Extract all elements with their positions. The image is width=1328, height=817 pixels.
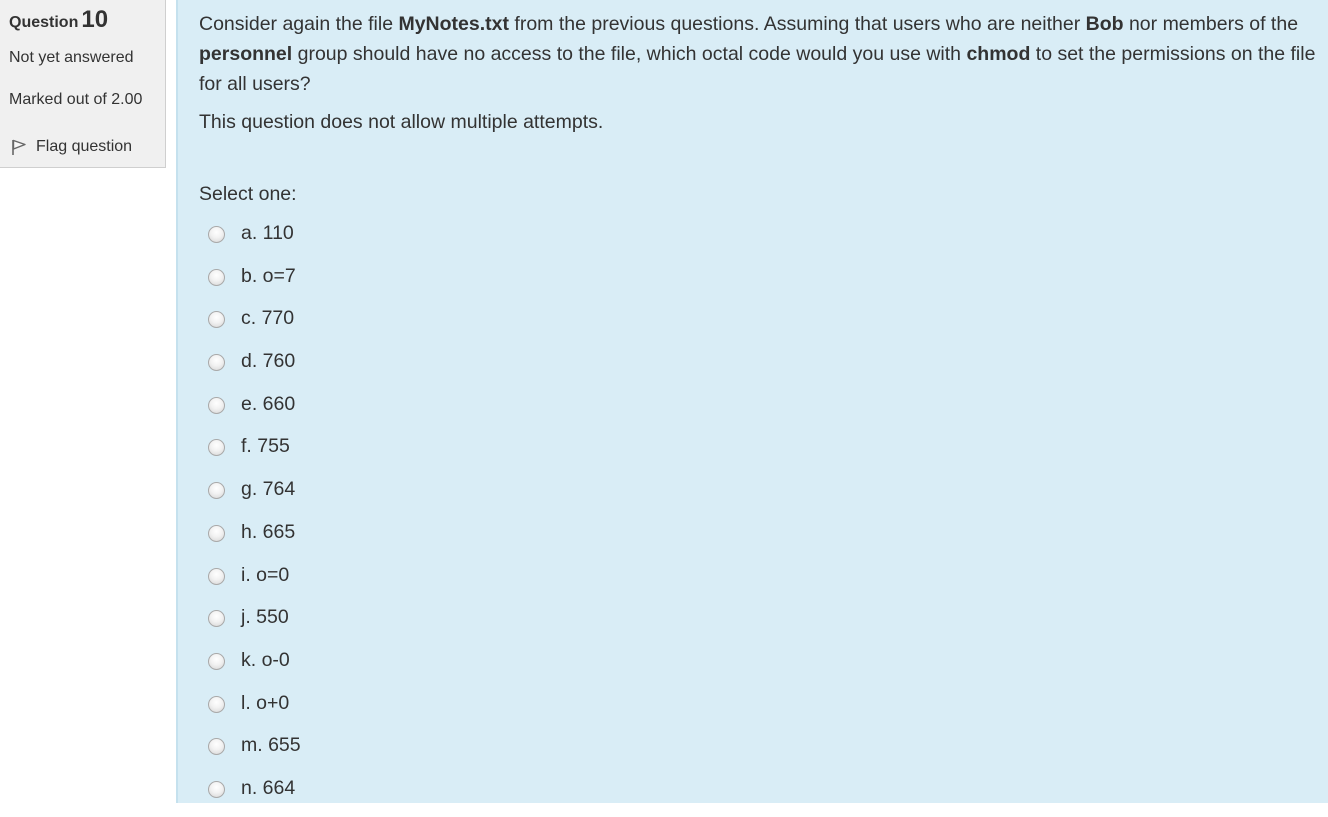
question-text-command: chmod	[966, 43, 1031, 65]
question-content: Consider again the file MyNotes.txt from…	[176, 0, 1328, 803]
radio-button[interactable]	[208, 311, 225, 329]
answer-label: f. 755	[241, 435, 290, 458]
question-state: Not yet answered	[9, 49, 134, 66]
radio-button[interactable]	[208, 652, 225, 670]
attempts-note: This question does not allow multiple at…	[199, 111, 604, 133]
question-text-user: Bob	[1085, 13, 1124, 35]
radio-button[interactable]	[208, 695, 225, 713]
radio-button[interactable]	[208, 780, 225, 798]
answer-option-m[interactable]: m. 655	[208, 731, 301, 774]
flag-question-label: Flag question	[36, 138, 133, 155]
radio-button[interactable]	[208, 354, 225, 372]
question-grade: Marked out of 2.00	[9, 91, 143, 108]
question-info-panel: Question 10 Not yet answered Marked out o…	[0, 0, 166, 168]
answer-label: k. o-0	[241, 648, 290, 671]
answer-label: d. 760	[241, 350, 296, 373]
flag-icon	[10, 133, 36, 161]
question-number: Question 10	[9, 6, 108, 34]
flag-question-button[interactable]: Flag question	[10, 133, 132, 161]
answer-label: a. 110	[241, 222, 294, 244]
answer-option-d[interactable]: d. 760	[208, 347, 301, 390]
answer-option-i[interactable]: i. o=0	[208, 561, 301, 604]
answer-option-f[interactable]: f. 755	[208, 432, 301, 475]
answer-option-j[interactable]: j. 550	[208, 603, 301, 646]
answer-list: a. 110 b. o=7 c. 770 d. 760 e. 660 f. 75…	[208, 219, 301, 817]
radio-button[interactable]	[208, 738, 225, 756]
answer-option-g[interactable]: g. 764	[208, 475, 301, 518]
question-number-value: 10	[81, 6, 109, 33]
answer-label: j. 550	[241, 606, 289, 629]
answer-option-l[interactable]: l. o+0	[208, 689, 301, 732]
radio-button[interactable]	[208, 439, 225, 457]
answer-label: m. 655	[241, 734, 301, 757]
select-one-prompt: Select one:	[199, 183, 297, 205]
question-label: Question	[9, 14, 79, 31]
answer-option-k[interactable]: k. o-0	[208, 646, 301, 689]
radio-button[interactable]	[208, 226, 225, 243]
answer-option-a[interactable]: a. 110	[208, 219, 301, 262]
radio-button[interactable]	[208, 524, 225, 542]
question-text-filename: MyNotes.txt	[398, 13, 509, 35]
radio-button[interactable]	[208, 482, 225, 500]
answer-option-e[interactable]: e. 660	[208, 390, 301, 433]
answer-label: g. 764	[241, 478, 296, 501]
answer-label: i. o=0	[241, 563, 290, 586]
answer-label: e. 660	[241, 392, 296, 415]
answer-label: b. o=7	[241, 264, 296, 287]
answer-option-h[interactable]: h. 665	[208, 518, 301, 561]
answer-label: n. 664	[241, 776, 296, 799]
answer-label: c. 770	[241, 307, 295, 330]
radio-button[interactable]	[208, 268, 225, 286]
question-text-part: nor members of the	[1123, 13, 1299, 35]
question-text-part: group should have no access to the file,…	[292, 43, 967, 65]
answer-label: l. o+0	[241, 691, 290, 714]
answer-option-c[interactable]: c. 770	[208, 304, 301, 347]
radio-button[interactable]	[208, 567, 225, 585]
question-text-group: personnel	[199, 43, 293, 65]
radio-button[interactable]	[208, 396, 225, 414]
answer-label: h. 665	[241, 520, 296, 543]
question-text: Consider again the file MyNotes.txt from…	[199, 9, 1319, 99]
question-text-part: Consider again the file	[199, 13, 399, 35]
question-text-part: from the previous questions. Assuming th…	[509, 13, 1086, 35]
answer-option-n[interactable]: n. 664	[208, 774, 301, 817]
answer-option-b[interactable]: b. o=7	[208, 262, 301, 305]
radio-button[interactable]	[208, 610, 225, 628]
